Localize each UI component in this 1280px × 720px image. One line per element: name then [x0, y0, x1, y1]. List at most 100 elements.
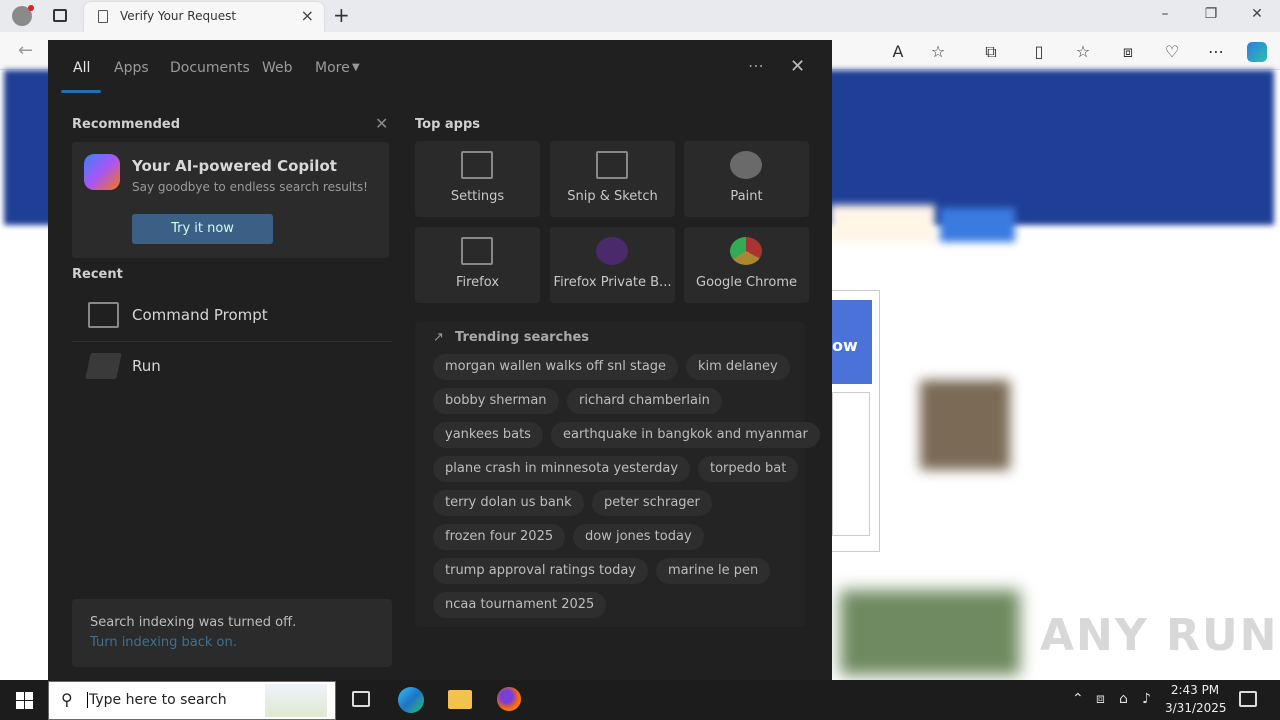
- tab-all[interactable]: All: [73, 60, 90, 76]
- tab-documents[interactable]: Documents: [170, 60, 250, 76]
- tab-web[interactable]: Web: [262, 60, 293, 76]
- recommended-heading: Recommended: [72, 117, 181, 132]
- read-aloud-icon[interactable]: A: [888, 42, 908, 62]
- copilot-card-subtitle: Say goodbye to endless search results!: [132, 180, 368, 194]
- page-image: [840, 590, 1020, 675]
- top-apps-heading: Top apps: [415, 117, 481, 132]
- dismiss-recommended-icon[interactable]: ✕: [375, 114, 388, 133]
- app-tile-firefox-private[interactable]: Firefox Private B...: [550, 227, 675, 303]
- trending-chip[interactable]: earthquake in bangkok and myanmar: [551, 422, 820, 448]
- try-it-now-button[interactable]: Try it now: [132, 214, 273, 244]
- new-tab-icon[interactable]: +: [333, 3, 350, 27]
- active-tab-indicator: [61, 90, 101, 93]
- turn-indexing-on-link[interactable]: Turn indexing back on.: [90, 635, 237, 650]
- trending-icon: ↗: [433, 330, 444, 345]
- banner-search-field: [830, 205, 935, 243]
- restore-icon[interactable]: ❐: [1201, 6, 1221, 26]
- window-close-icon[interactable]: ✕: [1247, 6, 1267, 26]
- watermark: ANY RUN: [1040, 610, 1279, 661]
- tab-title: Verify Your Request: [120, 9, 237, 23]
- trending-chip[interactable]: bobby sherman: [433, 388, 559, 414]
- recent-item-label: Command Prompt: [132, 306, 268, 324]
- trending-chip[interactable]: morgan wallen walks off snl stage: [433, 354, 679, 380]
- indexing-message: Search indexing was turned off.: [90, 615, 297, 630]
- more-options-icon[interactable]: ⋯: [1206, 42, 1226, 62]
- app-tile-label: Firefox Private B...: [553, 275, 672, 290]
- trending-chip[interactable]: trump approval ratings today: [433, 558, 648, 584]
- file-explorer-icon[interactable]: [448, 690, 472, 709]
- taskbar-time[interactable]: 2:43 PM: [1168, 683, 1222, 697]
- page-icon: [98, 10, 108, 23]
- task-view-icon[interactable]: [352, 691, 370, 707]
- page-blue-button[interactable]: ow: [832, 300, 872, 384]
- taskbar-date[interactable]: 3/31/2025: [1165, 701, 1227, 715]
- trending-chip[interactable]: frozen four 2025: [433, 524, 566, 550]
- browser-tab[interactable]: Verify Your Request ×: [84, 2, 324, 32]
- close-icon[interactable]: ✕: [790, 56, 805, 77]
- favorites-icon[interactable]: ☆: [1073, 42, 1093, 62]
- start-windows-icon[interactable]: [16, 692, 33, 709]
- notification-icon[interactable]: [1239, 691, 1257, 707]
- favorite-star-icon[interactable]: ☆: [928, 42, 948, 62]
- copilot-icon[interactable]: [1247, 42, 1267, 62]
- chevron-up-icon[interactable]: ⌃: [1072, 691, 1084, 707]
- firefox-icon: [461, 237, 493, 265]
- search-panel: All Apps Documents Web More ▼ ⋯ ✕ Recomm…: [48, 40, 832, 680]
- indexing-notice: Search indexing was turned off. Turn ind…: [72, 599, 392, 667]
- recent-item-command-prompt[interactable]: Command Prompt: [72, 292, 392, 342]
- edge-icon[interactable]: [398, 687, 424, 713]
- app-tile-google-chrome[interactable]: Google Chrome: [684, 227, 809, 303]
- paint-palette-icon: [730, 151, 762, 179]
- settings-icon: [461, 151, 493, 179]
- copilot-card: Your AI-powered Copilot Say goodbye to e…: [72, 142, 389, 258]
- trending-chip[interactable]: ncaa tournament 2025: [433, 592, 607, 618]
- browser-tab-bar: Verify Your Request × + – ❐ ✕: [0, 0, 1280, 32]
- back-icon[interactable]: ←: [18, 40, 33, 61]
- trending-chip[interactable]: marine le pen: [656, 558, 771, 584]
- collections-icon[interactable]: ⧈: [1118, 42, 1138, 62]
- device-icon[interactable]: ⧈: [1096, 691, 1105, 707]
- search-highlight-image: [265, 684, 327, 717]
- chrome-icon: [730, 237, 762, 265]
- app-tile-settings[interactable]: Settings: [415, 141, 540, 217]
- trending-chip[interactable]: kim delaney: [686, 354, 790, 380]
- app-tile-label: Settings: [450, 189, 505, 204]
- tab-close-icon[interactable]: ×: [301, 6, 314, 25]
- trending-chip[interactable]: richard chamberlain: [567, 388, 722, 414]
- firefox-private-icon: [596, 237, 628, 265]
- app-tile-label: Snip & Sketch: [567, 189, 658, 204]
- trending-chip[interactable]: plane crash in minnesota yesterday: [433, 456, 691, 482]
- banner-search-button: [940, 208, 1015, 242]
- notification-dot-icon: [28, 5, 34, 11]
- page-blue-button-label: ow: [832, 336, 858, 355]
- tab-more[interactable]: More: [315, 60, 350, 76]
- more-options-icon[interactable]: ⋯: [748, 56, 764, 75]
- app-tile-firefox[interactable]: Firefox: [415, 227, 540, 303]
- search-icon: ⚲: [61, 690, 73, 709]
- firefox-icon[interactable]: [497, 687, 521, 711]
- minimize-icon[interactable]: –: [1155, 6, 1175, 26]
- browser-essentials-icon[interactable]: ♡: [1162, 42, 1182, 62]
- trending-chip[interactable]: peter schrager: [592, 490, 712, 516]
- page-image: [920, 380, 1010, 470]
- taskbar-search-box[interactable]: ⚲ Type here to search: [48, 681, 336, 720]
- recent-item-run[interactable]: Run: [72, 343, 392, 393]
- tab-apps[interactable]: Apps: [114, 60, 149, 76]
- volume-icon[interactable]: ♪: [1142, 691, 1151, 707]
- recent-item-label: Run: [132, 357, 161, 375]
- trending-chip[interactable]: yankees bats: [433, 422, 543, 448]
- page-inner-box: [832, 392, 870, 536]
- run-icon: [85, 353, 122, 379]
- trending-chip[interactable]: torpedo bat: [698, 456, 799, 482]
- chevron-down-icon[interactable]: ▼: [352, 62, 360, 73]
- app-tile-paint[interactable]: Paint: [684, 141, 809, 217]
- taskbar-search-input[interactable]: Type here to search: [87, 692, 227, 708]
- network-icon[interactable]: ⌂: [1119, 691, 1128, 707]
- trending-chip[interactable]: dow jones today: [573, 524, 704, 550]
- tab-actions-icon[interactable]: [53, 9, 67, 22]
- split-screen-icon[interactable]: ▯: [1029, 42, 1049, 62]
- app-tile-snip-sketch[interactable]: Snip & Sketch: [550, 141, 675, 217]
- extensions-icon[interactable]: ⧉: [981, 42, 1001, 62]
- trending-chip[interactable]: terry dolan us bank: [433, 490, 584, 516]
- command-prompt-icon: [88, 302, 119, 328]
